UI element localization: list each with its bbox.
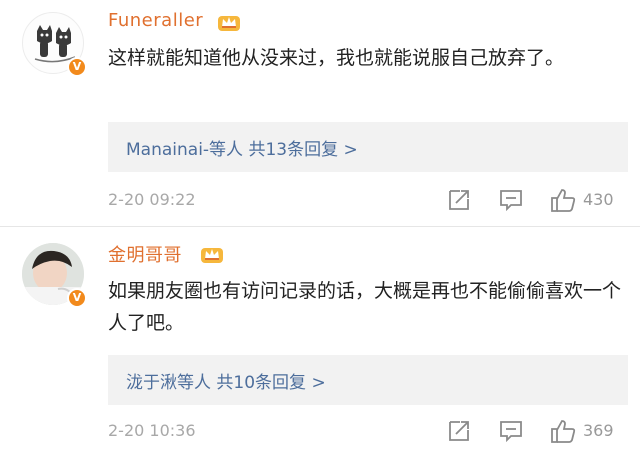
timestamp: 2-20 10:36 [108,421,196,440]
comment-text: 如果朋友圈也有访问记录的话，大概是再也不能偷偷喜欢一个人了吧。 [108,280,622,334]
thumbs-up-icon[interactable] [550,418,578,444]
verified-badge: V [67,57,87,77]
vip-crown-icon [201,248,223,263]
replies-link[interactable]: Manainai-等人 共13条回复 > [126,135,358,160]
username[interactable]: Funeraller [108,10,203,31]
comment-item: V Funeraller 这样就能知道他从没来过，我也就能说服自己放弃了。 Ma… [0,0,640,226]
replies-summary[interactable]: Manainai-等人 共13条回复 > [108,122,628,172]
like-count: 369 [583,421,614,440]
comment-icon[interactable] [498,187,524,213]
username[interactable]: 金明哥哥 [108,241,182,267]
vip-crown-icon [218,16,240,31]
verified-badge: V [67,288,87,308]
comment-icon[interactable] [498,418,524,444]
comment-text: 这样就能知道他从没来过，我也就能说服自己放弃了。 [108,47,565,69]
share-icon[interactable] [446,418,472,444]
timestamp: 2-20 09:22 [108,190,196,209]
replies-summary[interactable]: 泷于湫等人 共10条回复 > [108,355,628,405]
replies-link[interactable]: 泷于湫等人 共10条回复 > [126,368,326,393]
like-count: 430 [583,190,614,209]
comment-item: V 金明哥哥 如果朋友圈也有访问记录的话，大概是再也不能偷偷喜欢一个人了吧。 泷… [0,227,640,452]
thumbs-up-icon[interactable] [550,187,578,213]
share-icon[interactable] [446,187,472,213]
